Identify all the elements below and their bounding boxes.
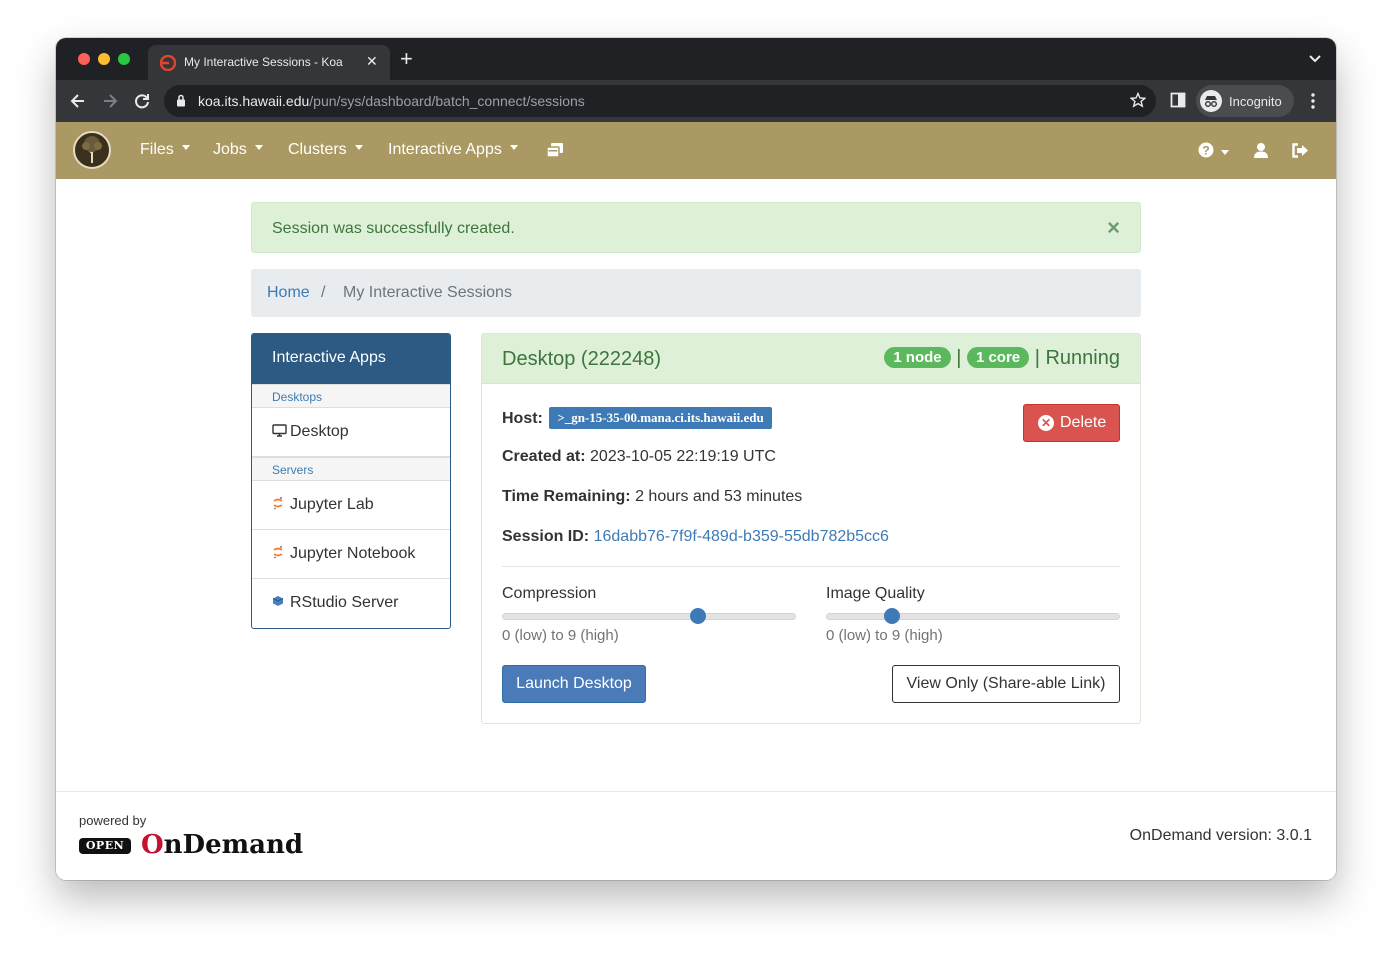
help-icon[interactable]: ? <box>1198 142 1214 158</box>
launch-desktop-button[interactable]: Launch Desktop <box>502 665 646 703</box>
image-quality-slider[interactable] <box>826 608 1120 624</box>
incognito-icon <box>1200 90 1222 112</box>
sidebar-item-jupyter-notebook[interactable]: Jupyter Notebook <box>252 530 450 579</box>
interactive-apps-sidebar: Interactive Apps Desktops Desktop Server… <box>251 333 451 629</box>
sidebar-group-servers: Servers <box>252 457 450 481</box>
success-alert: Session was successfully created. × <box>251 202 1141 253</box>
reload-icon[interactable] <box>132 91 152 111</box>
breadcrumb-separator: / <box>321 284 326 301</box>
sidebar-title: Interactive Apps <box>252 334 450 384</box>
browser-toolbar: koa.its.hawaii.edu/pun/sys/dashboard/bat… <box>56 80 1336 122</box>
host-label: Host: <box>502 410 543 427</box>
forward-arrow-icon[interactable] <box>100 91 120 111</box>
status-separator: | <box>956 347 962 369</box>
back-arrow-icon[interactable] <box>68 91 88 111</box>
session-title: Desktop (222248) <box>502 348 661 370</box>
close-icon[interactable]: × <box>1107 217 1120 239</box>
tab-close-icon[interactable]: ✕ <box>366 53 378 69</box>
footer: powered by OPEN OnDemand OnDemand versio… <box>56 791 1336 880</box>
jupyter-icon <box>272 496 288 513</box>
bookmark-star-icon[interactable] <box>1130 92 1146 108</box>
session-card: Desktop (222248) 1 node | 1 core | Runni… <box>481 333 1141 724</box>
time-remaining-row: Time Remaining: 2 hours and 53 minutes <box>502 488 802 506</box>
session-status: 1 node | 1 core | Running <box>884 347 1120 370</box>
url-text: koa.its.hawaii.edu/pun/sys/dashboard/bat… <box>198 93 585 109</box>
logo-open-badge: OPEN <box>79 838 131 854</box>
breadcrumb: Home / My Interactive Sessions <box>251 269 1141 317</box>
new-tab-icon[interactable]: + <box>400 48 413 70</box>
cores-badge: 1 core <box>966 347 1030 368</box>
breadcrumb-home-link[interactable]: Home <box>267 284 310 302</box>
close-window-button[interactable] <box>78 53 90 65</box>
ondemand-favicon-icon <box>160 55 176 71</box>
compression-help: 0 (low) to 9 (high) <box>502 627 619 644</box>
tab-title: My Interactive Sessions - Koa <box>184 55 343 69</box>
sidebar-item-desktop[interactable]: Desktop <box>252 408 450 457</box>
svg-text:?: ? <box>1202 144 1209 158</box>
lock-icon[interactable] <box>176 94 186 107</box>
session-card-header: Desktop (222248) 1 node | 1 core | Runni… <box>482 334 1140 384</box>
host-row: Host: >_gn-15-35-00.mana.ci.its.hawaii.e… <box>502 407 772 429</box>
my-sessions-icon[interactable] <box>546 142 564 158</box>
image-quality-slider-handle[interactable] <box>883 608 900 624</box>
nav-interactive-apps-dropdown[interactable]: Interactive Apps <box>388 141 518 159</box>
monitor-icon <box>272 424 288 440</box>
powered-by-text: powered by <box>79 813 147 828</box>
logo-ondemand-word: OnDemand <box>141 830 304 860</box>
address-bar[interactable]: koa.its.hawaii.edu/pun/sys/dashboard/bat… <box>164 85 1156 117</box>
sidebar-group-desktops: Desktops <box>252 384 450 408</box>
browser-tab[interactable]: My Interactive Sessions - Koa ✕ <box>148 45 390 80</box>
logout-icon[interactable] <box>1291 143 1309 158</box>
time-remaining-value: 2 hours and 53 minutes <box>635 488 803 505</box>
times-circle-icon: ✕ <box>1038 415 1054 431</box>
created-row: Created at: 2023-10-05 22:19:19 UTC <box>502 448 776 466</box>
caret-down-icon <box>509 145 518 151</box>
compression-slider-handle[interactable] <box>689 608 706 624</box>
caret-down-icon <box>254 145 263 151</box>
compression-label: Compression <box>502 585 597 602</box>
session-id-label: Session ID: <box>502 528 590 545</box>
maximize-window-button[interactable] <box>118 53 130 65</box>
tab-search-icon[interactable] <box>1308 52 1322 66</box>
session-id-row: Session ID: 16dabb76-7f9f-489d-b359-55db… <box>502 528 889 546</box>
nav-files-dropdown[interactable]: Files <box>140 141 190 159</box>
ondemand-version: OnDemand version: 3.0.1 <box>1129 827 1312 844</box>
host-shell-button[interactable]: >_gn-15-35-00.mana.ci.its.hawaii.edu <box>549 407 772 429</box>
minimize-window-button[interactable] <box>98 53 110 65</box>
side-panel-icon[interactable] <box>1170 92 1186 108</box>
image-quality-help: 0 (low) to 9 (high) <box>826 627 943 644</box>
image-quality-label: Image Quality <box>826 585 925 602</box>
tab-strip: My Interactive Sessions - Koa ✕ + <box>56 38 1336 80</box>
created-label: Created at: <box>502 448 586 465</box>
caret-down-icon <box>181 145 190 151</box>
browser-window: My Interactive Sessions - Koa ✕ + koa.it… <box>56 38 1336 880</box>
time-remaining-label: Time Remaining: <box>502 488 631 505</box>
status-separator: | <box>1034 347 1040 369</box>
created-value: 2023-10-05 22:19:19 UTC <box>590 448 776 465</box>
view-only-share-link-button[interactable]: View Only (Share-able Link) <box>892 665 1120 703</box>
session-state: Running <box>1045 347 1120 369</box>
user-icon[interactable] <box>1253 142 1269 159</box>
sidebar-item-rstudio-server[interactable]: RStudio Server <box>252 579 450 628</box>
breadcrumb-current: My Interactive Sessions <box>343 284 512 301</box>
koa-logo[interactable] <box>73 131 111 169</box>
nav-jobs-dropdown[interactable]: Jobs <box>213 141 263 159</box>
caret-down-icon <box>354 145 363 151</box>
delete-button[interactable]: ✕ Delete <box>1023 404 1120 442</box>
divider <box>502 566 1120 567</box>
alert-message: Session was successfully created. <box>272 220 515 237</box>
compression-slider[interactable] <box>502 608 796 624</box>
rstudio-icon <box>272 595 288 610</box>
app-navbar: Files Jobs Clusters Interactive Apps ? <box>56 122 1336 179</box>
browser-menu-icon[interactable] <box>1310 92 1316 110</box>
nav-clusters-dropdown[interactable]: Clusters <box>288 141 363 159</box>
incognito-profile-button[interactable]: Incognito <box>1196 85 1294 117</box>
jupyter-icon <box>272 545 288 562</box>
sidebar-item-jupyter-lab[interactable]: Jupyter Lab <box>252 481 450 530</box>
incognito-label: Incognito <box>1229 94 1282 109</box>
session-id-link[interactable]: 16dabb76-7f9f-489d-b359-55db782b5cc6 <box>594 528 889 545</box>
nodes-badge: 1 node <box>884 347 951 368</box>
help-caret-icon[interactable] <box>1221 150 1229 155</box>
